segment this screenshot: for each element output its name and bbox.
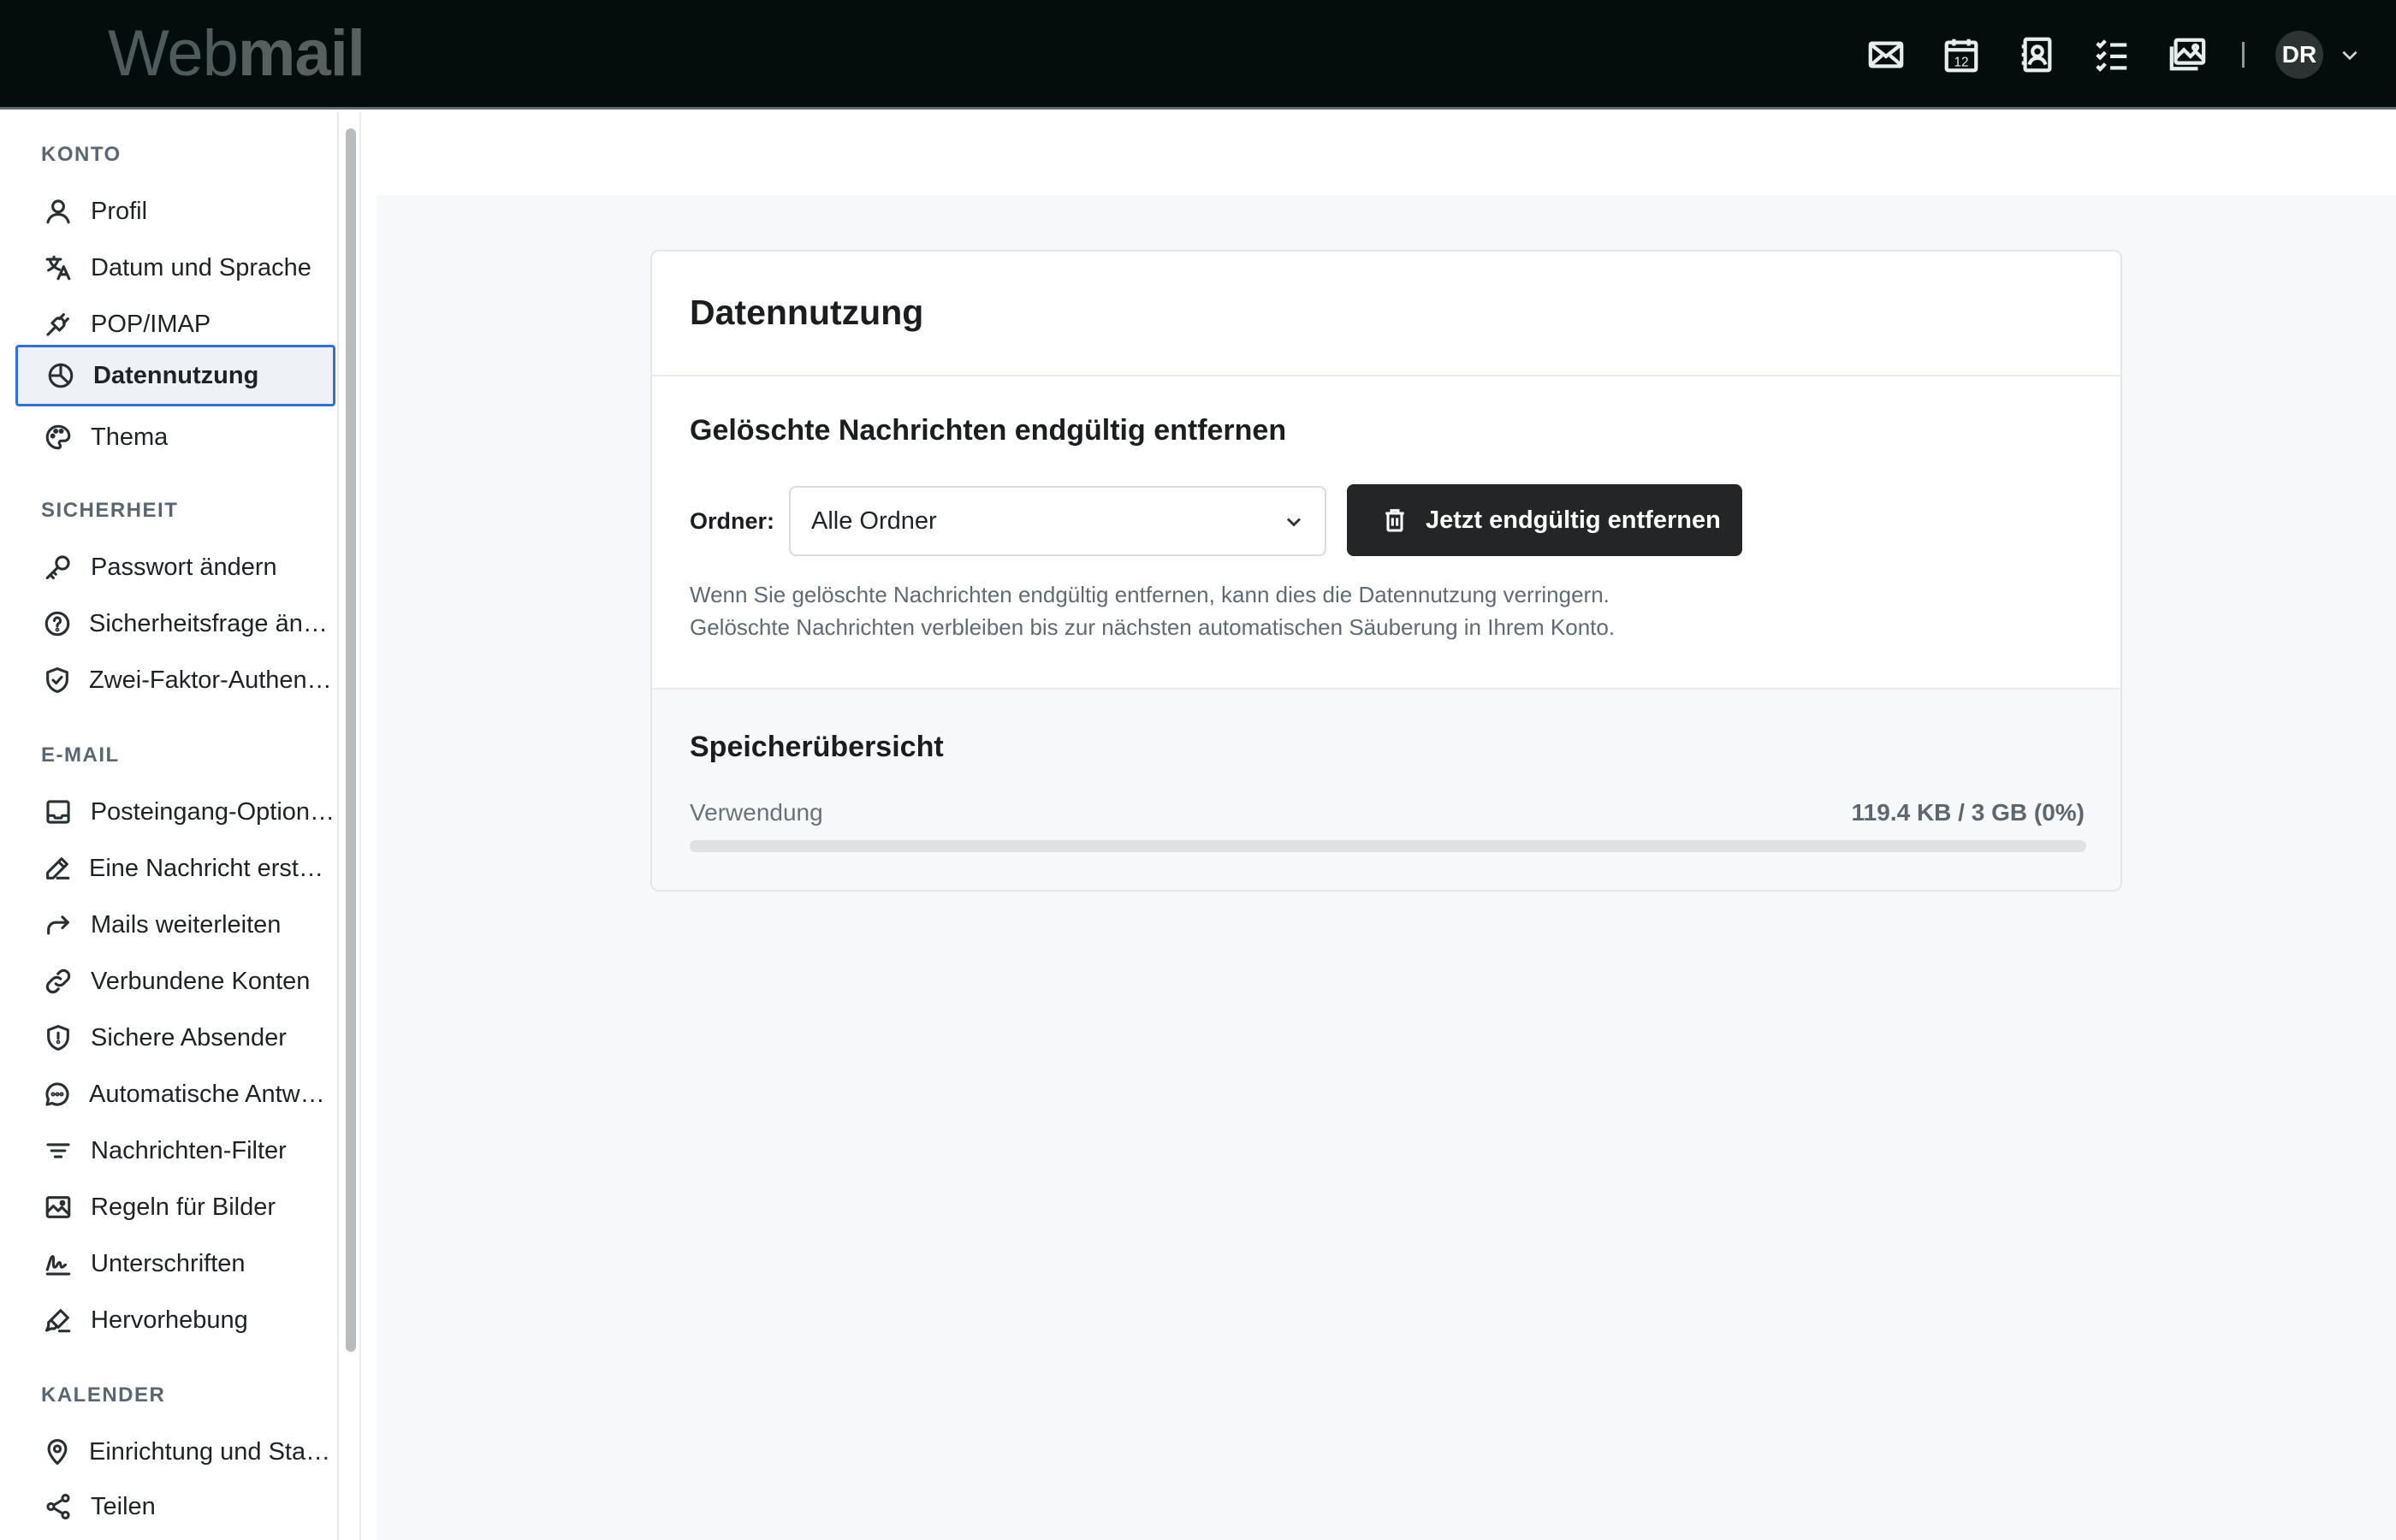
usage-value: 119.4 KB / 3 GB (0%) xyxy=(1851,799,2085,826)
folder-label: Ordner: xyxy=(690,508,775,534)
inbox-icon xyxy=(43,797,74,827)
data-usage-card: Datennutzung Gelöschte Nachrichten endgü… xyxy=(650,250,2122,891)
settings-sidebar: KONTO Profil Datum und Sprache POP/IMAP … xyxy=(0,112,339,1540)
svg-text:12: 12 xyxy=(1954,55,1968,69)
sidebar-item-einrichtung-standort[interactable]: Einrichtung und Standort xyxy=(15,1421,335,1483)
sidebar-item-profil[interactable]: Profil xyxy=(15,181,335,242)
section-title-sicherheit: SICHERHEIT xyxy=(41,499,179,522)
purge-help-line-2: Gelöschte Nachrichten verbleiben bis zur… xyxy=(690,614,1616,640)
translate-icon xyxy=(43,252,74,283)
sidebar-item-label: Zwei-Faktor-Authentifizierung xyxy=(89,666,335,694)
map-pin-icon xyxy=(43,1436,72,1467)
sidebar-item-teilen[interactable]: Teilen xyxy=(15,1476,335,1537)
folder-select[interactable]: Alle Ordner xyxy=(789,486,1326,556)
sidebar-item-label: Datennutzung xyxy=(93,361,259,389)
sidebar-item-sichere-absender[interactable]: Sichere Absender xyxy=(15,1007,335,1069)
sidebar-item-label: Regeln für Bilder xyxy=(91,1193,276,1221)
sidebar-item-regeln-bilder[interactable]: Regeln für Bilder xyxy=(15,1176,335,1238)
contacts-icon[interactable] xyxy=(2013,31,2061,79)
image-icon xyxy=(43,1192,74,1223)
sidebar-item-label: Sichere Absender xyxy=(91,1023,287,1051)
filter-icon xyxy=(43,1135,74,1166)
section-title-kalender: KALENDER xyxy=(41,1383,166,1407)
sidebar-item-verbundene-konten[interactable]: Verbundene Konten xyxy=(15,951,335,1012)
sidebar-item-label: Einrichtung und Standort xyxy=(89,1437,335,1466)
purge-help-line-1: Wenn Sie gelöschte Nachrichten endgültig… xyxy=(690,582,1610,607)
purge-now-button[interactable]: Jetzt endgültig entfernen xyxy=(1347,484,1742,556)
sidebar-item-label: POP/IMAP xyxy=(91,310,211,338)
sidebar-item-weiterleiten[interactable]: Mails weiterleiten xyxy=(15,894,335,956)
link-icon xyxy=(43,966,74,997)
sidebar-item-label: Teilen xyxy=(91,1492,156,1520)
section-title-e-mail: E-MAIL xyxy=(41,743,120,767)
user-icon xyxy=(43,196,74,227)
forward-arrow-icon xyxy=(43,909,74,940)
tasks-icon[interactable] xyxy=(2088,31,2136,79)
sidebar-item-label: Sicherheitsfrage ändern xyxy=(89,609,335,637)
plug-icon xyxy=(43,309,74,340)
chevron-down-icon xyxy=(1282,510,1306,534)
sidebar-item-unterschriften[interactable]: Unterschriften xyxy=(15,1233,335,1294)
share-icon xyxy=(43,1491,74,1522)
pie-chart-icon xyxy=(45,360,76,391)
sidebar-item-sicherheitsfrage[interactable]: Sicherheitsfrage ändern xyxy=(15,593,335,654)
storage-progress-bar xyxy=(690,840,2086,852)
avatar[interactable]: DR xyxy=(2275,31,2323,79)
sidebar-item-label: Profil xyxy=(91,197,148,225)
palette-icon xyxy=(43,422,74,453)
photos-icon[interactable] xyxy=(2163,31,2211,79)
storage-overview-section xyxy=(652,690,2120,890)
purge-section-title: Gelöschte Nachrichten endgültig entferne… xyxy=(690,414,1287,447)
shield-alert-icon xyxy=(43,1022,74,1053)
trash-icon xyxy=(1385,509,1404,532)
top-nav-divider xyxy=(2242,42,2245,68)
sidebar-item-automatische-antworten[interactable]: Automatische Antworten xyxy=(15,1063,335,1125)
sidebar-item-label: Mails weiterleiten xyxy=(91,910,282,939)
sidebar-item-passwort[interactable]: Passwort ändern xyxy=(15,536,335,598)
sidebar-item-posteingang[interactable]: Posteingang-Optionen xyxy=(15,781,335,843)
highlighter-icon xyxy=(43,1305,74,1336)
folder-select-value: Alle Ordner xyxy=(811,506,937,535)
chat-bubble-icon xyxy=(43,1079,72,1110)
sidebar-item-label: Verbundene Konten xyxy=(91,967,311,995)
page-title: Datennutzung xyxy=(690,293,924,332)
sidebar-item-nachrichten-filter[interactable]: Nachrichten-Filter xyxy=(15,1120,335,1182)
sidebar-item-thema[interactable]: Thema xyxy=(15,406,335,468)
sidebar-item-label: Passwort ändern xyxy=(91,553,277,581)
signature-icon xyxy=(43,1248,74,1279)
divider xyxy=(652,375,2120,376)
sidebar-item-label: Automatische Antworten xyxy=(89,1080,335,1108)
calendar-icon[interactable]: 12 xyxy=(1937,31,1985,79)
app-logo[interactable]: Webmail xyxy=(108,15,365,92)
chevron-down-icon[interactable] xyxy=(2339,44,2361,66)
question-circle-icon xyxy=(43,608,72,639)
sidebar-item-label: Datum und Sprache xyxy=(91,253,311,281)
top-bar: Webmail 12 DR xyxy=(0,0,2396,110)
sidebar-item-datum-sprache[interactable]: Datum und Sprache xyxy=(15,237,335,299)
storage-overview-title: Speicherübersicht xyxy=(690,731,944,763)
section-title-konto: KONTO xyxy=(41,143,122,166)
key-icon xyxy=(43,552,74,583)
sidebar-item-label: Nachrichten-Filter xyxy=(91,1136,287,1164)
logo-text-bold: mail xyxy=(237,17,365,90)
sidebar-item-label: Hervorhebung xyxy=(91,1306,248,1334)
sidebar-item-label: Unterschriften xyxy=(91,1249,246,1277)
logo-text-light: Web xyxy=(108,17,239,90)
mail-icon[interactable] xyxy=(1862,31,1910,79)
sidebar-item-hervorhebung[interactable]: Hervorhebung xyxy=(15,1289,335,1351)
pencil-icon xyxy=(43,853,72,884)
sidebar-item-label: Thema xyxy=(91,423,169,451)
sidebar-item-zwei-faktor[interactable]: Zwei-Faktor-Authentifizierung xyxy=(15,649,335,711)
top-nav: 12 DR xyxy=(1862,31,2361,79)
sidebar-scrollbar-thumb[interactable] xyxy=(346,128,356,1352)
usage-label: Verwendung xyxy=(690,799,823,826)
sidebar-item-label: Eine Nachricht erstellen xyxy=(89,854,335,882)
sidebar-item-nachricht-erstellen[interactable]: Eine Nachricht erstellen xyxy=(15,838,335,899)
sidebar-item-datennutzung[interactable]: Datennutzung xyxy=(15,345,335,406)
sidebar-item-label: Posteingang-Optionen xyxy=(90,797,335,826)
purge-now-button-label: Jetzt endgültig entfernen xyxy=(1426,506,1721,534)
purge-help-text: Wenn Sie gelöschte Nachrichten endgültig… xyxy=(690,578,2059,643)
shield-check-icon xyxy=(43,665,72,696)
